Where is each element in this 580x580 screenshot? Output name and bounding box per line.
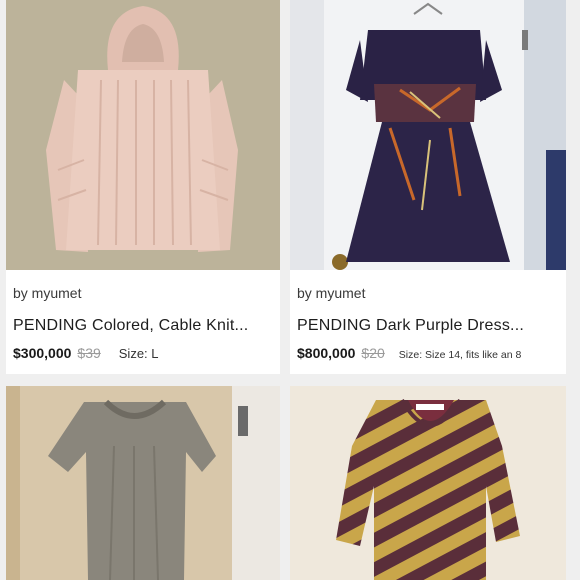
seller-name[interactable]: by myumet [13,285,81,301]
price-row: $300,000 $39 Size: L [13,345,159,363]
listing-title[interactable]: PENDING Dark Purple Dress... [297,317,559,335]
listing-meta: by myumet PENDING Colored, Cable Knit...… [6,270,280,374]
listing-price: $800,000 [297,345,356,361]
listing-card[interactable]: by myumet PENDING Dark Purple Dress... $… [290,0,566,374]
dark-purple-dress-photo[interactable] [290,0,566,270]
gray-velvet-top-photo[interactable] [6,386,280,580]
listing-price: $300,000 [13,345,72,361]
listing-grid: by myumet PENDING Colored, Cable Knit...… [0,0,580,580]
original-price: $39 [77,345,101,361]
listing-title[interactable]: PENDING Colored, Cable Knit... [13,317,275,335]
listing-meta: by myumet PENDING Dark Purple Dress... $… [290,270,566,374]
listing-card[interactable] [290,386,566,580]
price-row: $800,000 $20 Size: Size 14, fits like an 8 [297,345,521,363]
striped-yellow-purple-top-photo[interactable] [290,386,566,580]
pink-hooded-sweater-photo[interactable] [6,0,280,270]
original-price: $20 [361,345,385,361]
listing-size: Size: L [118,346,159,361]
listing-size: Size: Size 14, fits like an 8 [398,349,522,361]
listing-card[interactable]: by myumet PENDING Colored, Cable Knit...… [6,0,280,374]
listing-card[interactable] [6,386,280,580]
seller-name[interactable]: by myumet [297,285,365,301]
